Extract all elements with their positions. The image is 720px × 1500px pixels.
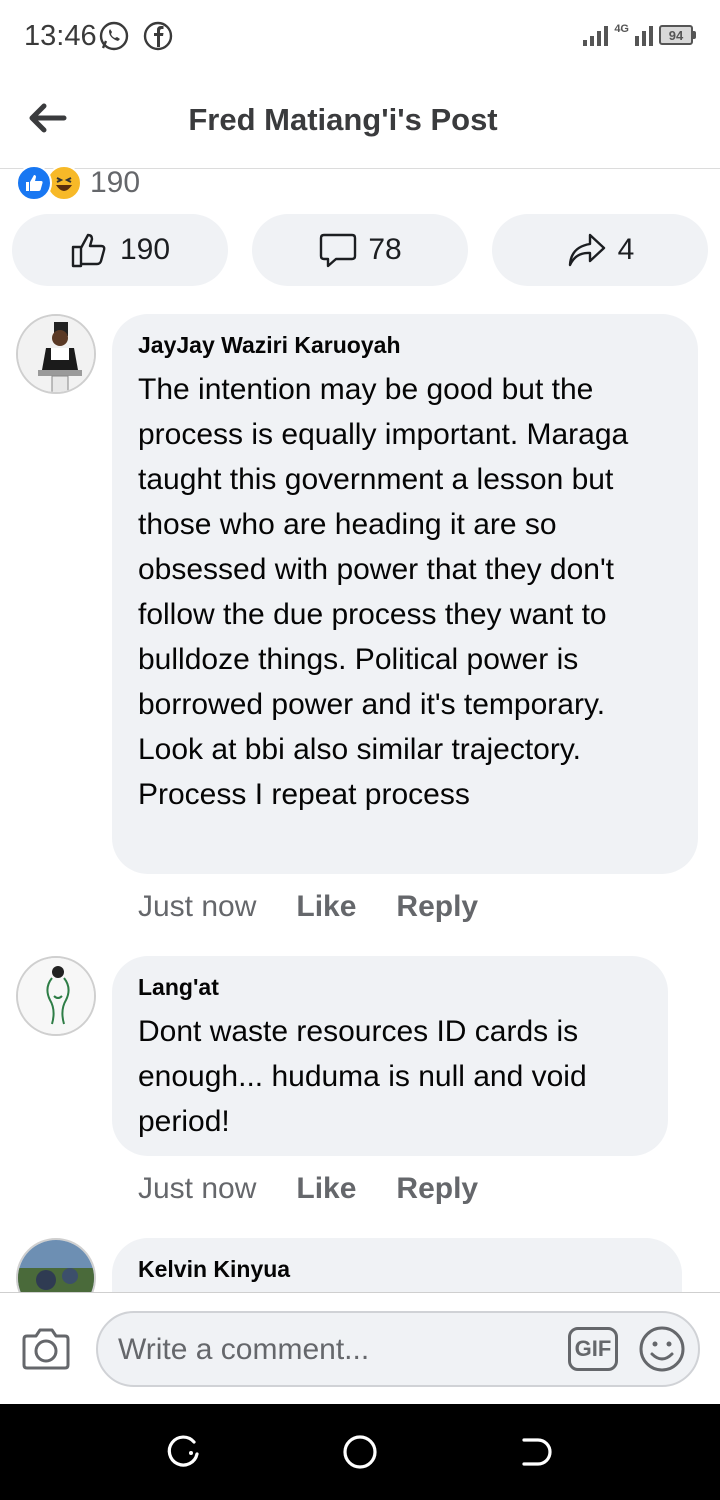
status-bar: 13:46 4G 94 [0,0,720,72]
back-nav-icon[interactable] [516,1432,556,1472]
battery-icon: 94 [659,25,696,45]
recent-apps-icon[interactable] [164,1432,204,1472]
share-count: 4 [617,233,635,266]
like-count: 190 [119,233,171,266]
comment-author[interactable]: JayJay Waziri Karuoyah [138,332,672,359]
thumbs-up-icon [71,233,106,268]
signal-icon-2 [635,24,653,46]
reaction-summary[interactable]: 190 [16,166,140,200]
like-button[interactable]: 190 [12,214,228,286]
comment-text-body: The intention may be good but the proces… [138,373,629,811]
share-button[interactable]: 4 [492,214,708,286]
gif-button[interactable]: GIF [568,1327,618,1371]
comment-meta: Just now Like Reply [138,890,478,924]
comment-icon [320,233,357,268]
comment-time: Just now [138,890,257,923]
post-actions: 190 78 4 [12,214,708,286]
comment-bubble[interactable]: JayJay Waziri Karuoyah The intention may… [112,314,698,874]
comment-reply-button[interactable]: Reply [396,1172,478,1206]
comment-text: The intention may be good but the proces… [138,367,672,817]
page-title: Fred Matiang'i's Post [188,102,498,137]
home-icon[interactable] [340,1432,380,1472]
comment-bubble[interactable]: Lang'at Dont waste resources ID cards is… [112,956,668,1156]
comment-reply-button[interactable]: Reply [396,890,478,924]
comment-meta: Just now Like Reply [138,1172,478,1206]
comment-item: Kelvin Kinyua [0,1238,720,1292]
share-icon [568,233,605,267]
whatsapp-icon [99,21,129,51]
comment-author[interactable]: Kelvin Kinyua [138,1256,656,1283]
system-status-icons: 4G 94 [583,18,696,52]
avatar[interactable] [16,1238,96,1292]
comment-count: 78 [368,233,402,266]
like-reaction-icon [16,166,52,200]
system-navigation-bar [0,1404,720,1500]
comment-time: Just now [138,1172,257,1205]
gif-label: GIF [574,1336,612,1361]
avatar[interactable] [16,314,96,394]
emoji-icon[interactable] [638,1325,686,1373]
comment-like-button[interactable]: Like [296,890,356,924]
comment-author[interactable]: Lang'at [138,974,642,1001]
comment-input[interactable]: Write a comment... GIF [96,1311,700,1387]
comment-composer: Write a comment... GIF [0,1292,720,1404]
battery-level: 94 [668,27,684,43]
comment-like-button[interactable]: Like [296,1172,356,1206]
status-time: 13:46 [24,20,97,52]
comment-input-placeholder: Write a comment... [118,1333,370,1366]
reactions-count: 190 [90,166,141,199]
comment-bubble[interactable]: Kelvin Kinyua [112,1238,682,1292]
avatar[interactable] [16,956,96,1036]
comment-button[interactable]: 78 [252,214,468,286]
comment-text: Dont waste resources ID cards is enough.… [138,1015,587,1138]
network-type: 4G [614,22,629,35]
facebook-icon [143,21,173,51]
signal-icon [583,24,609,46]
post-header: Fred Matiang'i's Post [0,72,720,169]
camera-icon[interactable] [20,1327,72,1371]
